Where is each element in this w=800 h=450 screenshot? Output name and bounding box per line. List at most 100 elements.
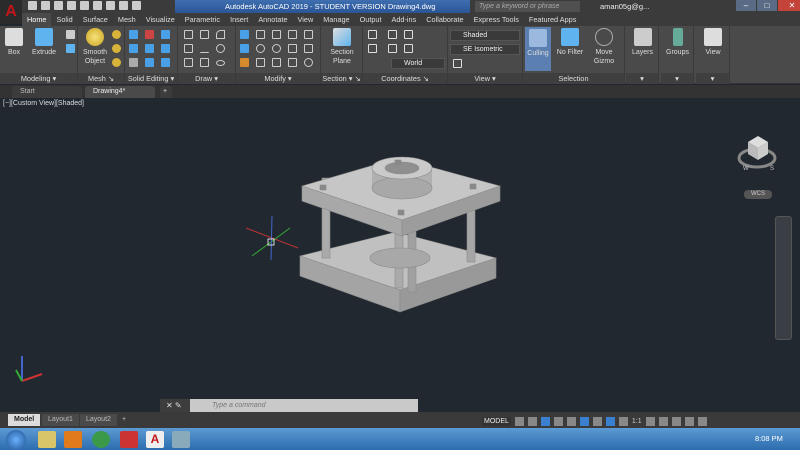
undo-icon[interactable] — [119, 1, 128, 10]
open-icon[interactable] — [41, 1, 50, 10]
application-menu-button[interactable]: A — [0, 0, 22, 24]
tab-model[interactable]: Model — [8, 414, 41, 426]
maximize-button[interactable]: □ — [757, 0, 777, 11]
isodraft-icon[interactable] — [566, 416, 576, 426]
object-snap-icon[interactable] — [592, 416, 602, 426]
smooth-object-button[interactable]: Smooth Object — [80, 28, 110, 66]
model-space-toggle[interactable]: MODEL — [482, 416, 511, 426]
polyline-icon[interactable] — [184, 30, 193, 39]
extrude-button[interactable]: Extrude — [30, 28, 58, 57]
tab-drawing4[interactable]: Drawing4* — [85, 86, 155, 98]
ribbon-tab-annotate[interactable]: Annotate — [253, 13, 292, 26]
view-button[interactable]: View — [698, 28, 728, 57]
drawing-viewport[interactable]: [−][Custom View][Shaded] W S WCS — [0, 98, 800, 412]
save-icon[interactable] — [54, 1, 63, 10]
annotation-monitor-icon[interactable] — [658, 416, 668, 426]
web-open-icon[interactable] — [80, 1, 89, 10]
ucs-named-icon[interactable] — [388, 30, 397, 39]
start-button[interactable] — [6, 430, 26, 450]
grid-icon[interactable] — [514, 416, 524, 426]
array-icon[interactable] — [288, 30, 297, 39]
no-filter-button[interactable]: No Filter — [555, 28, 585, 57]
new-icon[interactable] — [28, 1, 37, 10]
subtract-icon[interactable] — [145, 30, 154, 39]
helix-icon[interactable] — [200, 30, 209, 39]
ucs-z-icon[interactable] — [404, 44, 413, 53]
annotation-scale[interactable]: 1:1 — [632, 418, 642, 425]
ucs-world-icon[interactable] — [368, 44, 377, 53]
chrome-icon[interactable] — [92, 431, 110, 448]
ribbon-tab-solid[interactable]: Solid — [51, 13, 77, 26]
spline-icon[interactable] — [184, 44, 193, 53]
copy-icon[interactable] — [288, 44, 297, 53]
arc-icon[interactable] — [216, 30, 225, 39]
clean-screen-icon[interactable] — [684, 416, 694, 426]
view-preset-dropdown[interactable]: SE Isometric — [450, 44, 520, 55]
units-icon[interactable] — [671, 416, 681, 426]
intersect-icon[interactable] — [161, 30, 170, 39]
ribbon-tab-mesh[interactable]: Mesh — [113, 13, 141, 26]
scale-icon[interactable] — [272, 58, 281, 67]
ribbon-tab-view[interactable]: View — [293, 13, 319, 26]
command-line-controls[interactable]: ✕ ✎ — [160, 399, 190, 412]
ribbon-tab-express-tools[interactable]: Express Tools — [469, 13, 524, 26]
culling-button[interactable]: Culling — [525, 27, 551, 71]
layers-button[interactable]: Layers — [628, 28, 657, 57]
mirror-icon[interactable] — [240, 44, 249, 53]
ribbon-tab-home[interactable]: Home — [22, 13, 52, 26]
annotation-visibility-icon[interactable] — [605, 416, 615, 426]
union-icon[interactable] — [129, 30, 138, 39]
ucs-dropdown[interactable]: World — [391, 58, 445, 69]
close-button[interactable]: ✕ — [778, 0, 800, 11]
shell-icon[interactable] — [161, 58, 170, 67]
polygon-icon[interactable] — [184, 58, 193, 67]
viewport-config-icon[interactable] — [453, 59, 462, 68]
ucs-view-icon[interactable] — [404, 30, 413, 39]
ortho-icon[interactable] — [540, 416, 550, 426]
ribbon-tab-visualize[interactable]: Visualize — [141, 13, 180, 26]
customization-menu-icon[interactable] — [697, 416, 707, 426]
explorer-window-icon[interactable] — [172, 431, 190, 448]
ribbon-tab-parametric[interactable]: Parametric — [180, 13, 225, 26]
ribbon-tab-manage[interactable]: Manage — [318, 13, 354, 26]
save-as-icon[interactable] — [67, 1, 76, 10]
slice-icon[interactable] — [145, 44, 154, 53]
ucs-x-icon[interactable] — [388, 44, 397, 53]
panel-title[interactable]: Section ▾ ↘ — [321, 73, 362, 84]
object-snap-tracking-icon[interactable] — [579, 416, 589, 426]
search-input[interactable]: Type a keyword or phrase — [475, 1, 580, 12]
viewcube[interactable]: W S — [737, 136, 777, 172]
presspull-icon[interactable] — [66, 30, 75, 39]
offset-icon[interactable] — [256, 44, 265, 53]
ribbon-tab-add-ins[interactable]: Add-ins — [387, 13, 422, 26]
rotate-icon[interactable] — [272, 44, 281, 53]
ribbon-tab-output[interactable]: Output — [355, 13, 387, 26]
explode-icon[interactable] — [288, 58, 297, 67]
autocad-taskbar-icon[interactable]: A — [146, 431, 164, 448]
interfere-icon[interactable] — [129, 44, 138, 53]
tab-layout1[interactable]: Layout1 — [42, 414, 79, 426]
minimize-button[interactable]: – — [736, 0, 756, 11]
panel-title[interactable]: Draw ▾ — [178, 73, 235, 84]
refine-mesh-icon[interactable] — [112, 58, 121, 67]
plot-icon[interactable] — [106, 1, 115, 10]
align-icon[interactable] — [240, 30, 249, 39]
user-account[interactable]: aman05g@g... — [600, 0, 649, 13]
ribbon-tab-surface[interactable]: Surface — [78, 13, 113, 26]
move-icon[interactable] — [272, 30, 281, 39]
tab-start[interactable]: Start — [12, 86, 82, 98]
redo-icon[interactable] — [132, 1, 141, 10]
smooth-more-icon[interactable] — [112, 30, 121, 39]
move-gizmo-button[interactable]: Move Gizmo — [589, 28, 619, 66]
polar-icon[interactable] — [553, 416, 563, 426]
panel-title[interactable]: Mesh ↘ — [78, 73, 124, 84]
erase-icon[interactable] — [240, 58, 249, 67]
layers-expand[interactable]: ▾ — [626, 73, 658, 84]
navigation-bar[interactable] — [775, 216, 792, 340]
circle-icon[interactable] — [216, 44, 225, 53]
tab-layout2[interactable]: Layout2 — [80, 414, 117, 426]
view-expand[interactable]: ▾ — [696, 73, 729, 84]
visual-style-dropdown[interactable]: Shaded — [450, 30, 520, 41]
solid-icon[interactable] — [66, 44, 75, 53]
settings-icon[interactable] — [304, 58, 313, 67]
